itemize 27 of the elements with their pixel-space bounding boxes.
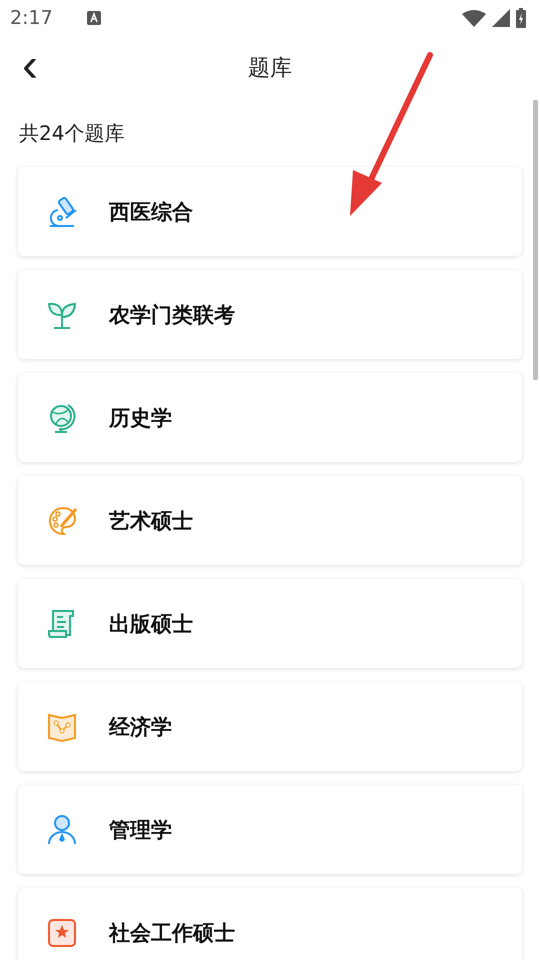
bank-name: 艺术硕士 (109, 508, 193, 534)
palette-icon (46, 504, 78, 536)
bank-card[interactable]: 社会工作硕士 (18, 888, 522, 960)
battery-icon (516, 8, 526, 28)
bank-card[interactable]: 西医综合 (18, 167, 522, 256)
bank-card[interactable]: 经济学 (18, 682, 522, 771)
signal-icon (492, 9, 510, 27)
bank-card[interactable]: 农学门类联考 (18, 270, 522, 359)
star-card-icon (46, 916, 78, 948)
bank-card[interactable]: 历史学 (18, 373, 522, 462)
bank-card[interactable]: 出版硕士 (18, 579, 522, 668)
back-button[interactable]: ‹ (16, 44, 44, 88)
bank-count: 共24个题库 (19, 120, 126, 147)
bank-card[interactable]: 艺术硕士 (18, 476, 522, 565)
bank-name: 社会工作硕士 (109, 920, 235, 946)
bank-name: 西医综合 (109, 198, 193, 226)
keyboard-notification-icon (86, 11, 101, 25)
bank-name: 经济学 (109, 714, 172, 740)
person-icon (46, 814, 78, 846)
page-title: 题库 (248, 55, 292, 83)
status-time: 2:17 (10, 7, 53, 29)
bank-card[interactable]: 管理学 (18, 785, 522, 874)
bank-name: 管理学 (109, 816, 172, 844)
wifi-icon (462, 9, 486, 27)
bank-name: 出版硕士 (109, 610, 193, 638)
bank-name: 农学门类联考 (109, 302, 235, 328)
bank-name: 历史学 (109, 404, 172, 432)
